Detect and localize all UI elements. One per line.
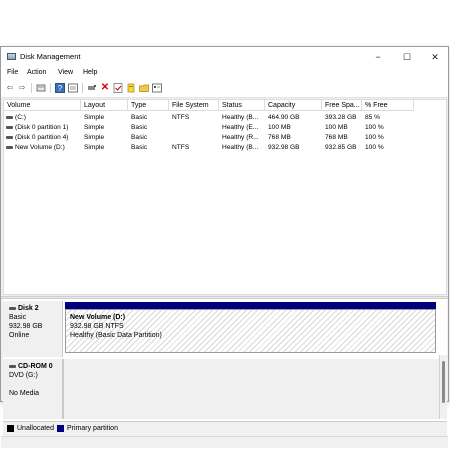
disk-icon: [9, 306, 16, 310]
status-value: Healthy (R...: [222, 134, 259, 141]
volume-name: (C:): [15, 114, 26, 121]
toolbar: ⇦ ⇨ ? ✕: [1, 79, 448, 98]
connect-icon[interactable]: [87, 83, 97, 93]
column-header-percent-free[interactable]: % Free: [362, 100, 414, 111]
legend-swatch-unallocated: [7, 425, 14, 432]
disk-2-label[interactable]: Disk 2 Basic 932.98 GB Online: [3, 301, 63, 357]
title-bar[interactable]: Disk Management − ☐ ✕: [1, 47, 448, 67]
volume-list[interactable]: Volume Layout Type File System Status Ca…: [3, 99, 447, 295]
toolbar-separator: [31, 83, 32, 93]
column-header-status[interactable]: Status: [219, 100, 265, 111]
drive-icon: [6, 115, 13, 119]
type-value: Basic: [131, 144, 148, 151]
column-header-type[interactable]: Type: [128, 100, 169, 111]
disk-type: Basic: [9, 314, 27, 321]
drive-icon: [6, 125, 13, 129]
disk-status: Online: [9, 332, 30, 339]
menu-action[interactable]: Action: [27, 69, 46, 76]
percent-free-value: 100 %: [365, 134, 384, 141]
legend-label-unallocated: Unallocated: [17, 425, 54, 432]
minimize-button[interactable]: −: [364, 47, 392, 67]
volume-name: (Disk 0 partition 1): [15, 124, 69, 131]
column-header-file-system[interactable]: File System: [169, 100, 219, 111]
percent-free-value: 100 %: [365, 124, 384, 131]
capacity-value: 464.90 GB: [268, 114, 300, 121]
svg-text:?: ?: [58, 84, 63, 93]
vertical-scrollbar[interactable]: [439, 355, 447, 419]
folder-icon[interactable]: [139, 83, 149, 93]
menu-bar: File Action View Help: [1, 67, 448, 79]
maximize-button[interactable]: ☐: [393, 47, 421, 67]
partition-name: New Volume (D:): [70, 314, 126, 321]
details-icon[interactable]: [152, 83, 162, 93]
disk-name: CD-ROM 0: [18, 363, 53, 370]
capacity-value: 932.98 GB: [268, 144, 300, 151]
legend-label-primary: Primary partition: [67, 425, 118, 432]
window-title: Disk Management: [20, 52, 81, 61]
check-icon[interactable]: [113, 83, 123, 93]
menu-help[interactable]: Help: [83, 69, 97, 76]
partition-status: Healthy (Basic Data Partition): [70, 332, 162, 339]
drive-icon: [6, 145, 13, 149]
toolbar-separator: [82, 83, 83, 93]
capacity-value: 768 MB: [268, 134, 291, 141]
column-header-capacity[interactable]: Capacity: [265, 100, 322, 111]
layout-value: Simple: [84, 114, 105, 121]
percent-free-value: 100 %: [365, 144, 384, 151]
layout-value: Simple: [84, 124, 105, 131]
cdrom-0-area: [63, 359, 439, 419]
close-button[interactable]: ✕: [421, 47, 449, 67]
percent-free-value: 85 %: [365, 114, 381, 121]
type-value: Basic: [131, 114, 148, 121]
menu-file[interactable]: File: [7, 69, 18, 76]
status-bar: [1, 436, 448, 448]
disk-management-icon: [7, 53, 16, 60]
properties-icon[interactable]: [36, 83, 46, 93]
toolbar-separator: [50, 83, 51, 93]
cdrom-0-label[interactable]: CD-ROM 0 DVD (G:) No Media: [3, 359, 63, 419]
type-value: Basic: [131, 134, 148, 141]
column-header-volume[interactable]: Volume: [4, 100, 81, 111]
back-arrow-icon[interactable]: ⇦: [5, 83, 15, 93]
scrollbar-thumb[interactable]: [442, 361, 445, 403]
list-view-icon[interactable]: [68, 83, 78, 93]
file-system-value: NTFS: [172, 114, 190, 121]
free-space-value: 393.28 GB: [325, 114, 357, 121]
legend-swatch-primary: [57, 425, 64, 432]
status-value: Healthy (B...: [222, 144, 259, 151]
file-system-value: NTFS: [172, 144, 190, 151]
layout-value: Simple: [84, 144, 105, 151]
rescan-icon[interactable]: [126, 83, 136, 93]
drive-icon: [6, 135, 13, 139]
disk-size: 932.98 GB: [9, 323, 43, 330]
delete-icon[interactable]: ✕: [100, 83, 110, 93]
forward-arrow-icon[interactable]: ⇨: [17, 83, 27, 93]
disk-status: No Media: [9, 390, 39, 397]
layout-value: Simple: [84, 134, 105, 141]
free-space-value: 932.85 GB: [325, 144, 357, 151]
disk-type: DVD (G:): [9, 372, 38, 379]
capacity-value: 100 MB: [268, 124, 291, 131]
free-space-value: 100 MB: [325, 124, 348, 131]
optical-drive-icon: [9, 364, 16, 368]
menu-view[interactable]: View: [58, 69, 73, 76]
help-icon[interactable]: ?: [55, 83, 65, 93]
volume-name: New Volume (D:): [15, 144, 65, 151]
partition-size-fs: 932.98 GB NTFS: [70, 323, 124, 330]
type-value: Basic: [131, 124, 148, 131]
free-space-value: 768 MB: [325, 134, 348, 141]
column-header-free-space[interactable]: Free Spa...: [322, 100, 362, 111]
partition-new-volume[interactable]: New Volume (D:) 932.98 GB NTFS Healthy (…: [65, 309, 436, 353]
column-header-layout[interactable]: Layout: [81, 100, 128, 111]
disk-map-pane: Disk 2 Basic 932.98 GB Online New Volume…: [3, 299, 447, 419]
status-value: Healthy (B...: [222, 114, 259, 121]
primary-partition-bar: [65, 302, 436, 309]
legend: Unallocated Primary partition: [3, 421, 447, 436]
disk-name: Disk 2: [18, 305, 39, 312]
status-value: Healthy (E...: [222, 124, 259, 131]
disk-management-window: Disk Management − ☐ ✕ File Action View H…: [0, 46, 449, 448]
volume-name: (Disk 0 partition 4): [15, 134, 69, 141]
